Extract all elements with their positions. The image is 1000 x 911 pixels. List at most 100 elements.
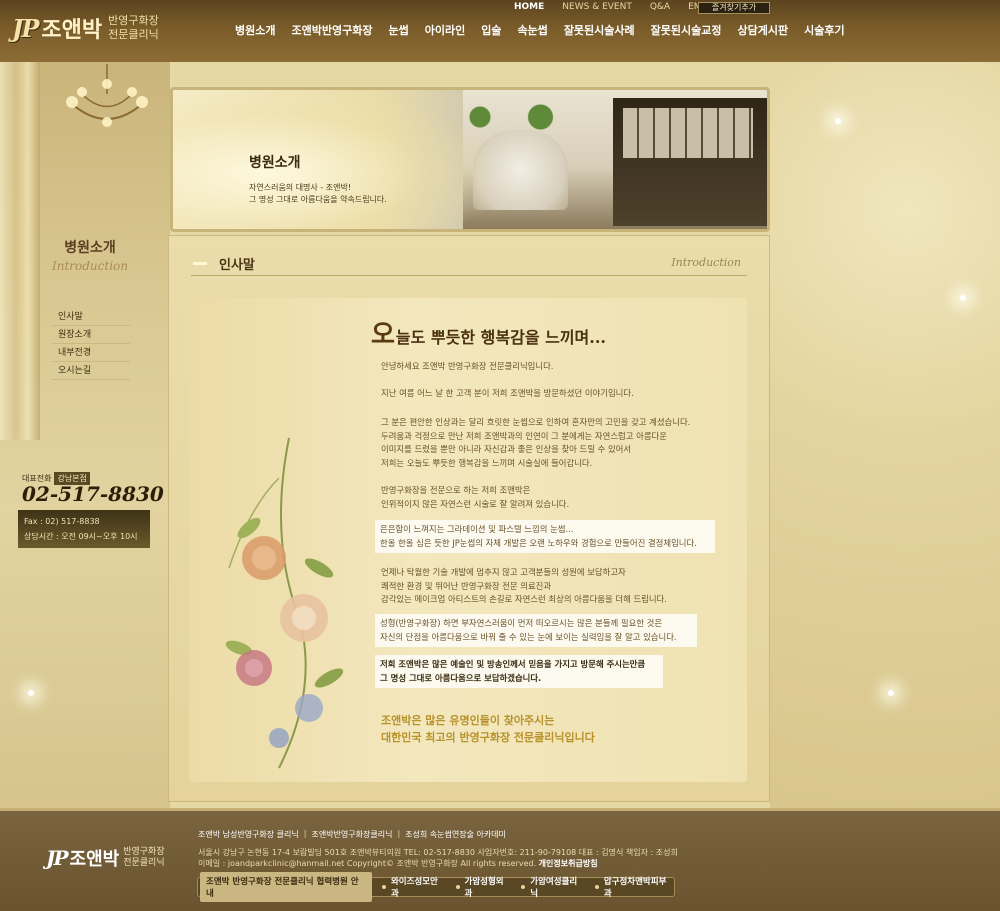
sidebar-item-directions[interactable]: 오시는길 xyxy=(52,362,130,380)
logo-subtitle-line: 반영구화장 xyxy=(108,14,159,27)
paragraph-line: 지난 여름 어느 날 한 고객 분이 저희 조앤박을 방문하셨던 이야기입니다. xyxy=(381,388,634,398)
top-link-qna[interactable]: Q&A xyxy=(641,2,679,12)
partner-link[interactable]: 압구정차앤박피부과 xyxy=(595,875,674,899)
footer-logo-subtitle: 반영구화장 전문클리닉 xyxy=(123,847,164,869)
nav-item-eyelash[interactable]: 속눈썹 xyxy=(509,22,555,38)
footer-divider: | xyxy=(303,829,307,838)
privacy-policy-link[interactable]: 개인정보취급방침 xyxy=(539,859,598,868)
nav-item-correction[interactable]: 잘못된시술교정 xyxy=(643,22,730,38)
nav-item-bad-cases[interactable]: 잘못된시술사례 xyxy=(556,22,643,38)
flower-illustration xyxy=(225,437,344,769)
consult-hours: 상담시간 : 오전 09시~오후 10시 xyxy=(24,532,138,541)
nav-item-eyeline[interactable]: 아이라인 xyxy=(417,22,473,38)
closing-statement: 조앤박은 많은 유명인들이 찾아주시는 대한민국 최고의 반영구화장 전문클리닉… xyxy=(381,712,595,746)
hero-banner: 병원소개 자연스러움의 대명사 - 조앤박! 그 명성 그대로 아름다움을 약속… xyxy=(170,87,770,232)
paragraph-line: 그 분은 편안한 인상과는 달리 흐릿한 눈썹으로 인하여 혼자만의 고민을 갖… xyxy=(381,417,691,427)
paragraph-line: 이미지를 드렸을 뿐만 아니라 자신감과 좋은 인상을 찾아 드릴 수 있어서 xyxy=(381,444,632,454)
contact-box: Fax : 02) 517-8838 상담시간 : 오전 09시~오후 10시 xyxy=(18,510,150,548)
main-nav: 병원소개 조앤박반영구화장 눈썹 아이라인 입술 속눈썹 잘못된시술사례 잘못된… xyxy=(227,22,853,38)
site-footer: JP 조앤박 반영구화장 전문클리닉 조앤박 남성반영구화장 클리닉 | 조앤박… xyxy=(0,808,1000,911)
paragraph: 그 분은 편안한 인상과는 달리 흐릿한 눈썹으로 인하여 혼자만의 고민을 갖… xyxy=(381,416,721,470)
fax-number: Fax : 02) 517-8838 xyxy=(24,517,100,526)
nav-item-eyebrow[interactable]: 눈썹 xyxy=(380,22,416,38)
paragraph-line: 한올 한올 심은 듯한 JP눈썹의 자체 개발은 오랜 노하우와 경험으로 만들… xyxy=(380,537,697,548)
footer-address: 서울시 강남구 논현동 17-4 보람빌딩 501호 조앤박뷰티의원 TEL: … xyxy=(198,847,678,869)
partner-link[interactable]: 가암여성클리닉 xyxy=(521,875,585,899)
footer-logo-name: 조앤박 xyxy=(69,849,120,870)
paragraph-line: 자신의 단점을 아름다움으로 바꿔 줄 수 있는 눈에 보이는 실력임을 잘 알… xyxy=(380,631,677,642)
site-header: JP 조앤박 반영구화장 전문클리닉 HOME NEWS & EVENT Q&A… xyxy=(0,0,1000,62)
nav-item-semi-permanent[interactable]: 조앤박반영구화장 xyxy=(283,22,380,38)
hero-room-image xyxy=(623,108,753,158)
section-bar-icon xyxy=(193,262,207,265)
hero-tagline: 그 명성 그대로 아름다움을 약속드립니다. xyxy=(249,195,387,204)
paragraph: 반영구화장을 전문으로 하는 저희 조앤박은 인위적이지 않은 자연스런 시술로… xyxy=(381,484,721,511)
section-title-en: Introduction xyxy=(671,256,741,269)
nav-item-hospital-intro[interactable]: 병원소개 xyxy=(227,22,283,38)
sidebar-title-text: 병원소개 xyxy=(64,240,116,256)
site-logo[interactable]: JP 조앤박 반영구화장 전문클리닉 xyxy=(12,12,159,44)
headline-text: 늘도 뿌듯한 행복감을 느끼며... xyxy=(395,328,606,347)
chandelier-decoration xyxy=(66,64,148,127)
nav-item-reviews[interactable]: 시술후기 xyxy=(796,22,852,38)
address-line: 이메일 : joandparkclinic@hanmail.net Copyri… xyxy=(198,858,678,869)
address-line: 서울시 강남구 논현동 17-4 보람빌딩 501호 조앤박뷰티의원 TEL: … xyxy=(198,848,678,857)
section-header: 인사말 Introduction xyxy=(191,254,747,276)
footer-logo-mark: JP xyxy=(46,846,68,870)
paragraph-line: 저희는 오늘도 뿌듯한 행복감을 느끼며 시술실에 들어갑니다. xyxy=(381,457,593,468)
top-utility-nav: HOME NEWS & EVENT Q&A EMAIL xyxy=(505,2,724,12)
sidebar-item-greeting[interactable]: 인사말 xyxy=(52,308,130,326)
footer-link[interactable]: 조앤박반영구화장클리닉 xyxy=(311,829,392,840)
footer-logo[interactable]: JP 조앤박 반영구화장 전문클리닉 xyxy=(46,845,165,871)
sidebar-item-director[interactable]: 원장소개 xyxy=(52,326,130,344)
footer-link[interactable]: 조앤박 남성반영구화장 클리닉 xyxy=(198,829,299,840)
paragraph-line: 인위적이지 않은 자연스런 시술로 잘 알려져 있습니다. xyxy=(381,498,570,509)
greeting-box: 오 늘도 뿌듯한 행복감을 느끼며... 안녕하세요 조앤박 반영구화장 전문클… xyxy=(189,298,747,782)
top-link-home[interactable]: HOME xyxy=(505,2,553,12)
paragraph-line: 두려움과 걱정으로 만난 저희 조앤박과의 인연이 그 분에게는 자연스럽고 아… xyxy=(381,430,667,441)
footer-link[interactable]: 조성희 속눈썹연장술 아카데미 xyxy=(405,829,506,840)
headline: 오 늘도 뿌듯한 행복감을 느끼며... xyxy=(371,314,606,351)
hero-swirl-decoration xyxy=(173,90,493,229)
sparkle-decoration xyxy=(28,690,34,696)
logo-subtitle: 반영구화장 전문클리닉 xyxy=(108,14,159,42)
paragraph-line: 언제나 탁월한 기술 개발에 멈추지 않고 고객분들의 성원에 보답하고자 xyxy=(381,567,626,577)
sparkle-decoration xyxy=(888,690,894,696)
paragraph-line: 감각있는 메이크업 아티스트의 손길로 자연스런 최상의 아름다움을 더해 드립… xyxy=(381,594,667,604)
nav-item-consult-board[interactable]: 상담게시판 xyxy=(730,22,797,38)
logo-mark: JP xyxy=(12,13,39,43)
paragraph-line: 반영구화장을 전문으로 하는 저희 조앤박은 xyxy=(381,485,531,495)
paragraph-line: 은은함이 느껴지는 그라데이션 및 파스텔 느낌의 눈썹... xyxy=(380,524,574,534)
sidebar-menu: 인사말 원장소개 내부전경 오시는길 xyxy=(52,308,130,380)
partner-link[interactable]: 가암성형외과 xyxy=(456,875,512,899)
copyright-text: 이메일 : joandparkclinic@hanmail.net Copyri… xyxy=(198,859,537,868)
top-link-news-event[interactable]: NEWS & EVENT xyxy=(553,2,641,12)
sidebar-title: 병원소개 Introduction xyxy=(30,237,150,287)
highlight-box: 성형(반영구화장) 하면 부자연스러움이 먼저 떠오르시는 많은 분들께 필요한… xyxy=(375,614,697,647)
footer-links: 조앤박 남성반영구화장 클리닉 | 조앤박반영구화장클리닉 | 조성희 속눈썹연… xyxy=(198,829,506,840)
closing-line: 대한민국 최고의 반영구화장 전문클리닉입니다 xyxy=(381,731,595,744)
content-panel: 인사말 Introduction 오 늘도 뿌듯한 행복감을 느끼며... 안녕… xyxy=(168,235,770,802)
hero-title: 병원소개 xyxy=(249,155,301,171)
partner-bar: 조앤박 반영구화장 전문클리닉 협력병원 안내 와이즈성모안과 가암성형외과 가… xyxy=(197,872,675,902)
paragraph-line: 그 명성 그대로 아름다움으로 보답하겠습니다. xyxy=(380,672,542,683)
paragraph-line: 저희 조앤박은 많은 예술인 및 방송인께서 믿음을 가지고 방문해 주시는만큼 xyxy=(380,659,646,669)
footer-logo-subtitle-line: 전문클리닉 xyxy=(123,858,165,868)
section-title: 인사말 xyxy=(219,258,255,273)
sparkle-decoration xyxy=(835,118,841,124)
sidebar-item-interior[interactable]: 내부전경 xyxy=(52,344,130,362)
background-right xyxy=(770,60,1000,810)
highlight-box: 은은함이 느껴지는 그라데이션 및 파스텔 느낌의 눈썹... 한올 한올 심은… xyxy=(375,520,715,553)
paragraph: 지난 여름 어느 날 한 고객 분이 저희 조앤박을 방문하셨던 이야기입니다. xyxy=(381,387,721,401)
bookmark-button[interactable]: 즐겨찾기추가 xyxy=(698,2,770,14)
sidebar-title-en: Introduction xyxy=(52,259,128,273)
paragraph: 안녕하세요 조앤박 반영구화장 전문클리닉입니다. xyxy=(381,360,721,374)
paragraph-line: 성형(반영구화장) 하면 부자연스러움이 먼저 떠오르시는 많은 분들께 필요한… xyxy=(380,618,663,628)
partner-link[interactable]: 와이즈성모안과 xyxy=(382,875,446,899)
partner-label: 조앤박 반영구화장 전문클리닉 협력병원 안내 xyxy=(200,872,372,902)
closing-line: 조앤박은 많은 유명인들이 찾아주시는 xyxy=(381,714,555,727)
nav-item-lips[interactable]: 입술 xyxy=(473,22,509,38)
footer-logo-subtitle-line: 반영구화장 xyxy=(123,847,165,857)
highlight-box: 저희 조앤박은 많은 예술인 및 방송인께서 믿음을 가지고 방문해 주시는만큼… xyxy=(375,655,663,688)
paragraph-line: 쾌적한 환경 및 뛰어난 반영구화장 전문 의료진과 xyxy=(381,580,552,591)
